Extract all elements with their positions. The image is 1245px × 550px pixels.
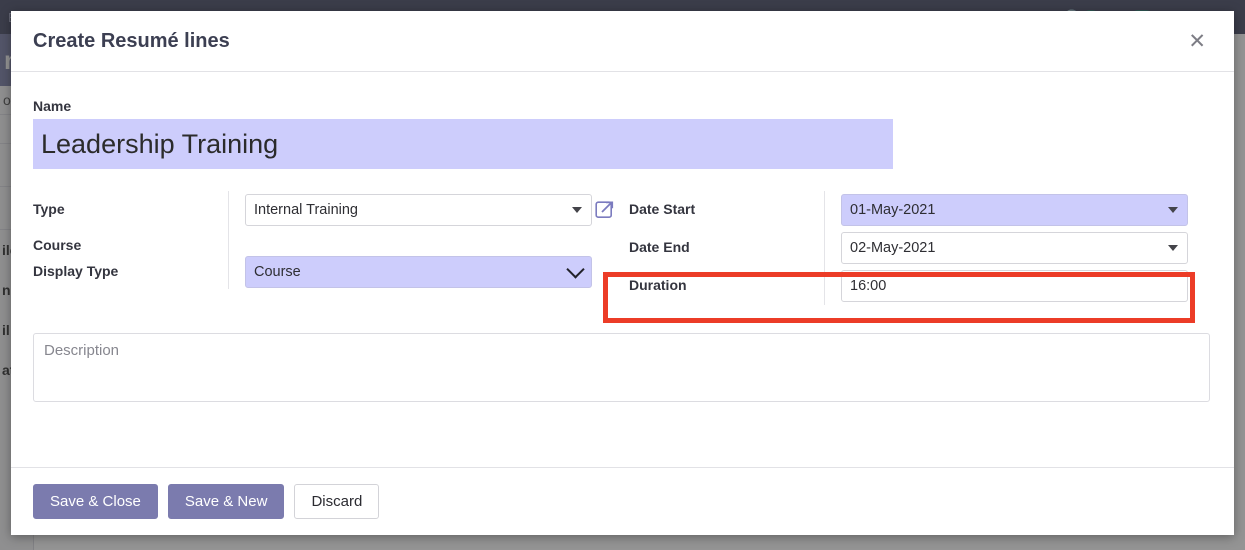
duration-label: Duration — [629, 277, 687, 293]
description-group — [33, 333, 1212, 407]
type-control-cell — [228, 191, 593, 229]
name-input[interactable] — [33, 119, 893, 169]
date-start-control-cell — [824, 191, 1212, 229]
create-resume-lines-dialog: Create Resumé lines ✕ Name Type — [11, 11, 1234, 535]
display-type-control-cell — [228, 255, 593, 289]
save-and-close-button[interactable]: Save & Close — [33, 484, 158, 519]
name-label: Name — [33, 98, 72, 114]
duration-row: Duration — [629, 267, 1212, 305]
course-control-cell — [228, 229, 593, 255]
date-end-row: Date End — [629, 229, 1212, 267]
description-textarea[interactable] — [33, 333, 1210, 402]
duration-control-cell — [824, 267, 1212, 305]
course-label-cell: Course — [33, 237, 228, 255]
dialog-body: Name Type — [11, 72, 1234, 467]
type-select[interactable] — [245, 194, 592, 226]
date-end-input[interactable] — [841, 232, 1188, 264]
course-label: Course — [33, 237, 82, 253]
form-columns: Type Course — [33, 191, 1212, 305]
close-icon[interactable]: ✕ — [1182, 29, 1212, 54]
display-type-label-cell: Display Type — [33, 263, 228, 281]
discard-button[interactable]: Discard — [294, 484, 380, 519]
date-start-input[interactable] — [841, 194, 1188, 226]
type-label-cell: Type — [33, 201, 228, 219]
form-column-left: Type Course — [33, 191, 593, 289]
duration-label-cell: Duration — [629, 277, 824, 295]
display-type-label: Display Type — [33, 263, 119, 279]
display-type-row: Display Type — [33, 255, 593, 289]
date-start-label: Date Start — [629, 201, 696, 217]
type-select-wrapper[interactable] — [245, 194, 592, 226]
form-column-right: Date Start Date End — [593, 191, 1212, 305]
type-row: Type — [33, 191, 593, 229]
date-start-row: Date Start — [629, 191, 1212, 229]
name-field-group: Name — [33, 98, 1212, 169]
date-start-picker-wrapper[interactable] — [841, 194, 1188, 226]
date-end-label-cell: Date End — [629, 239, 824, 257]
duration-input[interactable] — [841, 270, 1188, 302]
course-row: Course — [33, 229, 593, 255]
display-type-select[interactable] — [245, 256, 592, 288]
date-end-picker-wrapper[interactable] — [841, 232, 1188, 264]
display-type-select-wrapper[interactable] — [245, 256, 592, 288]
dialog-footer: Save & Close Save & New Discard — [11, 467, 1234, 535]
type-label: Type — [33, 201, 65, 217]
date-end-label: Date End — [629, 239, 690, 255]
dialog-title: Create Resumé lines — [33, 29, 230, 52]
save-and-new-button[interactable]: Save & New — [167, 484, 285, 519]
internal-link-icon[interactable] — [595, 200, 615, 219]
date-end-control-cell — [824, 229, 1212, 267]
date-start-label-cell: Date Start — [629, 201, 824, 219]
dialog-header: Create Resumé lines ✕ — [11, 11, 1234, 72]
